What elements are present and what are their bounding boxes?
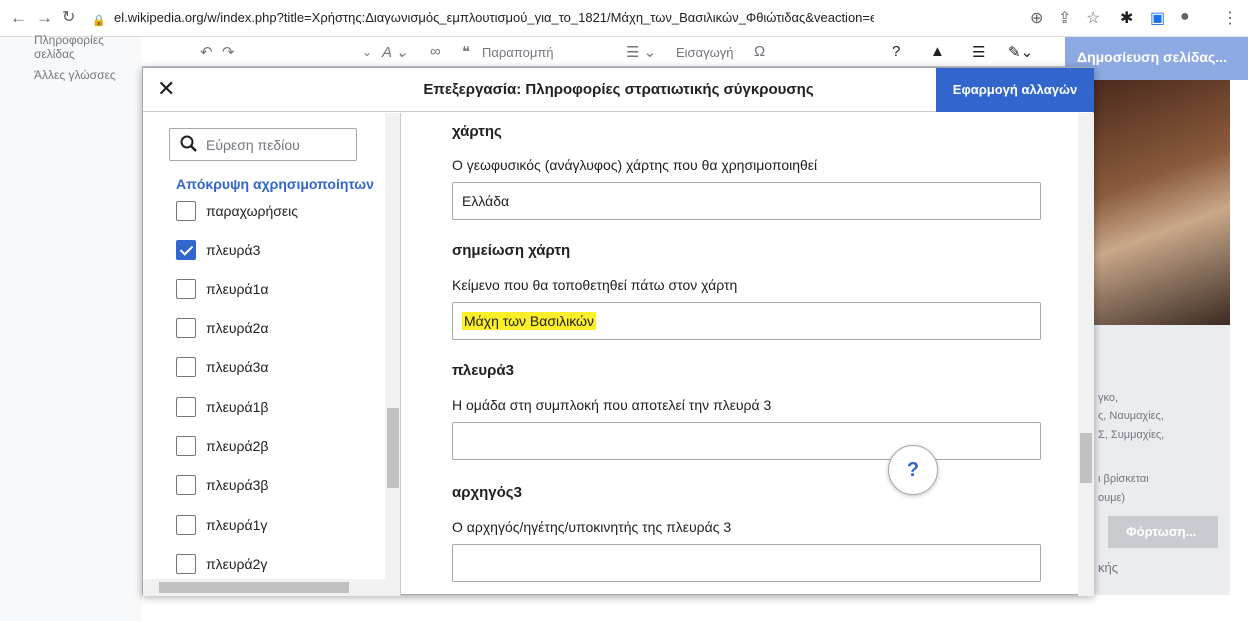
text-style-icon[interactable]: A ⌄ bbox=[382, 43, 408, 61]
undo-icon[interactable]: ↶ bbox=[200, 43, 213, 61]
sidebar-hscrollbar[interactable] bbox=[143, 579, 385, 596]
browser-toolbar: ← → ↻ 🔒 el.wikipedia.org/w/index.php?tit… bbox=[0, 0, 1248, 37]
parameter-form: χάρτης Ο γεωφυσικός (ανάγλυφος) χάρτης π… bbox=[402, 113, 1094, 596]
param-label: πλευρά2β bbox=[206, 438, 269, 454]
param-label: πλευρά3 bbox=[206, 242, 261, 258]
infobox-text: κής bbox=[1098, 560, 1118, 575]
field-label: σημείωση χάρτη bbox=[452, 242, 571, 259]
link-icon[interactable]: ∞ bbox=[430, 43, 441, 60]
share-icon[interactable]: ⇪ bbox=[1058, 8, 1071, 28]
forward-icon[interactable]: → bbox=[36, 8, 53, 28]
param-checkbox[interactable] bbox=[176, 279, 196, 299]
param-checkbox[interactable] bbox=[176, 436, 196, 456]
menu-icon[interactable]: ⋮ bbox=[1222, 8, 1238, 28]
param-checkbox[interactable] bbox=[176, 240, 196, 260]
editor-toolbar: ↶ ↷ ⌄ A ⌄ ∞ ❝ Παραπομπή ☰ ⌄ Εισαγωγή Ω ?… bbox=[142, 37, 1065, 67]
template-edit-dialog: Επεξεργασία: Πληροφορίες στρατιωτικής σύ… bbox=[142, 67, 1094, 596]
load-button[interactable]: Φόρτωση... bbox=[1108, 516, 1218, 548]
infobox-text: ς, Ναυμαχίες, bbox=[1098, 410, 1164, 422]
lock-icon: 🔒 bbox=[92, 15, 106, 27]
dialog-header: Επεξεργασία: Πληροφορίες στρατιωτικής σύ… bbox=[143, 68, 1094, 112]
param-label: πλευρά1γ bbox=[206, 517, 268, 533]
field-label: αρχηγός3 bbox=[452, 484, 522, 501]
infobox-image bbox=[1094, 80, 1230, 325]
insert-menu[interactable]: Εισαγωγή bbox=[676, 45, 733, 60]
map-caption-input[interactable]: Μάχη των Βασιλικών bbox=[452, 302, 1041, 340]
hide-unused-link[interactable]: Απόκρυψη αχρησιμοποίητων bbox=[176, 176, 374, 192]
param-checkbox[interactable] bbox=[176, 397, 196, 417]
page-options-icon[interactable]: ☰ bbox=[972, 43, 985, 61]
field-description: Ο γεωφυσικός (ανάγλυφος) χάρτης που θα χ… bbox=[452, 157, 818, 173]
sidebar-scrollbar[interactable] bbox=[385, 113, 400, 596]
wiki-left-panel: Πληροφορίες σελίδας Άλλες γλώσσες bbox=[0, 33, 142, 621]
field-description: Ο αρχηγός/ηγέτης/υποκινητής της πλευράς … bbox=[452, 519, 732, 535]
infobox-text: ουμε) bbox=[1098, 492, 1126, 504]
redo-icon[interactable]: ↷ bbox=[222, 43, 235, 61]
search-placeholder: Εύρεση πεδίου bbox=[206, 137, 300, 153]
param-label: πλευρά1α bbox=[206, 281, 269, 297]
side3-input[interactable] bbox=[452, 422, 1041, 460]
param-label: πλευρά1β bbox=[206, 399, 269, 415]
param-checkbox[interactable] bbox=[176, 318, 196, 338]
paragraph-dropdown-icon[interactable]: ⌄ bbox=[362, 45, 372, 59]
param-checkbox[interactable] bbox=[176, 554, 196, 574]
profile-avatar-icon[interactable]: ● bbox=[1180, 8, 1190, 26]
param-checkbox[interactable] bbox=[176, 201, 196, 221]
list-icon[interactable]: ☰ ⌄ bbox=[626, 43, 656, 61]
close-icon[interactable]: ✕ bbox=[157, 76, 175, 102]
sidepanel-icon[interactable]: ▣ bbox=[1150, 8, 1165, 28]
parameter-search-input[interactable]: Εύρεση πεδίου bbox=[169, 128, 357, 161]
extensions-icon[interactable]: ✱ bbox=[1120, 8, 1133, 28]
param-checkbox[interactable] bbox=[176, 515, 196, 535]
apply-changes-button[interactable]: Εφαρμογή αλλαγών bbox=[936, 68, 1094, 112]
search-icon bbox=[180, 135, 197, 152]
param-checkbox[interactable] bbox=[176, 475, 196, 495]
form-scroll-thumb[interactable] bbox=[1080, 433, 1092, 483]
infobox-text: ι βρίσκεται bbox=[1098, 473, 1149, 485]
parameter-sidebar: Εύρεση πεδίου Απόκρυψη αχρησιμοποίητων π… bbox=[143, 113, 401, 596]
bookmark-star-icon[interactable]: ☆ bbox=[1086, 8, 1100, 28]
infobox-text: Σ, Συμμαχίες, bbox=[1098, 429, 1165, 441]
field-description: Η ομάδα στη συμπλοκή που αποτελεί την πλ… bbox=[452, 397, 772, 413]
highlighted-value: Μάχη των Βασιλικών bbox=[462, 312, 596, 330]
infobox-text: γκο, bbox=[1098, 392, 1119, 404]
help-icon[interactable]: ? bbox=[892, 43, 900, 60]
sidebar-scroll-thumb[interactable] bbox=[387, 408, 399, 488]
zoom-icon[interactable]: ⊕ bbox=[1030, 8, 1043, 28]
field-label: χάρτης bbox=[452, 123, 502, 140]
reload-icon[interactable]: ↻ bbox=[62, 8, 75, 28]
cite-button[interactable]: Παραπομπή bbox=[482, 45, 554, 60]
param-label: παραχωρήσεις bbox=[206, 203, 299, 219]
param-label: πλευρά3β bbox=[206, 477, 269, 493]
field-description: Κείμενο που θα τοποθετηθεί πάτω στον χάρ… bbox=[452, 277, 738, 293]
param-label: πλευρά2γ bbox=[206, 556, 268, 572]
special-char-icon[interactable]: Ω bbox=[754, 43, 765, 60]
form-scrollbar[interactable] bbox=[1078, 113, 1094, 596]
edit-mode-icon[interactable]: ✎⌄ bbox=[1008, 43, 1033, 61]
back-icon[interactable]: ← bbox=[10, 8, 27, 28]
infobox-panel bbox=[1094, 325, 1230, 595]
notices-icon[interactable]: ▲ bbox=[930, 43, 945, 60]
other-languages-link[interactable]: Άλλες γλώσσες bbox=[34, 68, 116, 82]
field-label: πλευρά3 bbox=[452, 362, 514, 379]
quote-icon[interactable]: ❝ bbox=[462, 43, 470, 61]
param-label: πλευρά2α bbox=[206, 320, 269, 336]
help-button[interactable]: ? bbox=[888, 445, 938, 495]
page-info-link[interactable]: Πληροφορίες σελίδας bbox=[34, 33, 142, 61]
param-label: πλευρά3α bbox=[206, 359, 269, 375]
sidebar-hscroll-thumb[interactable] bbox=[159, 582, 349, 593]
commander3-input[interactable] bbox=[452, 544, 1041, 582]
map-input[interactable]: Ελλάδα bbox=[452, 182, 1041, 220]
param-checkbox[interactable] bbox=[176, 357, 196, 377]
address-bar[interactable]: el.wikipedia.org/w/index.php?title=Χρήστ… bbox=[114, 10, 874, 25]
